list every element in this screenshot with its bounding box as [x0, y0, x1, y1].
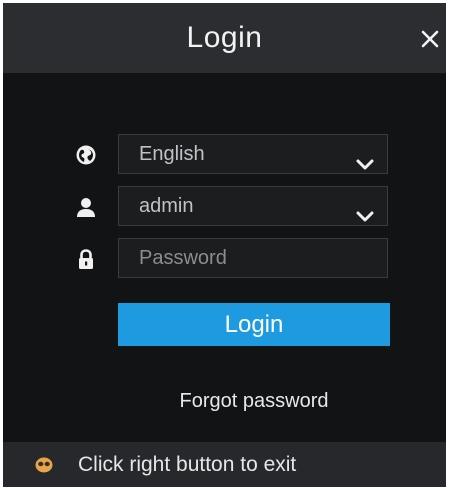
- dialog-title: Login: [186, 21, 263, 54]
- language-select[interactable]: English: [118, 134, 388, 174]
- chevron-down-icon: [355, 199, 375, 222]
- user-icon: [75, 196, 97, 218]
- user-value: admin: [139, 195, 194, 217]
- login-button[interactable]: Login: [118, 303, 390, 346]
- status-bar: Click right button to exit: [3, 442, 446, 487]
- language-value: English: [139, 143, 205, 165]
- title-bar: Login: [3, 3, 446, 73]
- status-text: Click right button to exit: [78, 453, 297, 476]
- close-icon[interactable]: [418, 27, 442, 51]
- user-select[interactable]: admin: [118, 186, 388, 226]
- chevron-down-icon: [355, 147, 375, 170]
- forgot-password-link[interactable]: Forgot password: [118, 390, 390, 413]
- globe-icon: [75, 144, 97, 166]
- login-dialog: Login English admin Login Forgot passwor…: [3, 3, 446, 487]
- password-input[interactable]: [118, 238, 388, 278]
- mouse-icon: [35, 456, 53, 474]
- lock-icon: [75, 248, 97, 270]
